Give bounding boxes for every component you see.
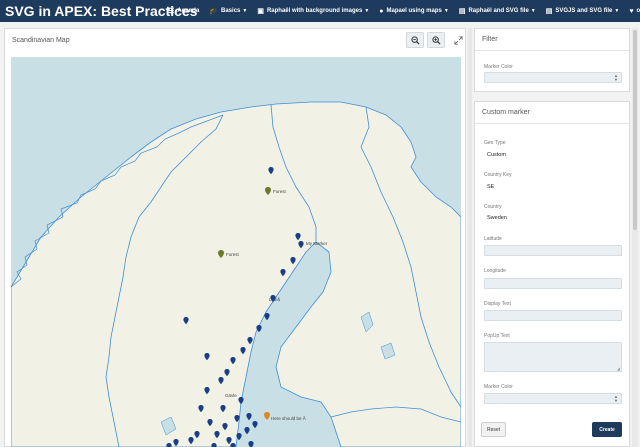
reset-button[interactable]: Reset [481,422,506,437]
nav-item-raphael-svg[interactable]: ▤ Raphaël and SVG file ▼ [459,7,536,15]
map-region-header: Scandinavian Map [5,29,465,55]
country-value: Sweden [487,215,507,221]
filter-marker-color-label: Marker Color [484,64,513,70]
panel-scrollbar-thumb[interactable] [633,30,637,230]
my-marker-label: My Marker [306,241,328,246]
marker-color-select[interactable]: ▲ ▼ [484,393,622,404]
map-marker-pin[interactable] [246,413,252,421]
longitude-input[interactable] [484,278,622,289]
filter-panel-title: Filter [475,29,629,51]
zoom-in-button[interactable] [427,32,445,48]
filter-panel: Filter Marker Color ▲ ▼ [474,28,630,92]
map-region: Scandinavian Map Forest Forest Here shou… [4,28,466,447]
caret-down-icon: ▼ [364,8,370,14]
expand-button[interactable] [452,34,464,46]
forest-marker-north[interactable]: Forest [265,187,287,195]
file-icon: ▤ [545,8,553,15]
popup-text-textarea[interactable]: ◢ [484,342,622,372]
map-marker-pin[interactable] [256,325,262,333]
popup-text-label: PopUp Text [484,333,510,339]
display-text-label: Display Text [484,301,511,307]
select-arrows-icon: ▲ ▼ [614,73,618,82]
marker-color-label: Marker Color [484,384,513,390]
list-icon: ☰ [168,8,175,15]
nav-item-label: Raphaël with background images [266,8,363,14]
longitude-label: Longitude [484,268,506,274]
nav-item-label: Agenda [177,8,200,14]
latitude-label: Latitude [484,236,502,242]
image-icon: ▣ [257,8,264,15]
nav-item-more[interactable]: ♥ o [629,8,640,15]
map-scrollbar[interactable] [468,28,472,447]
nav-item-svgjs[interactable]: ▤ SVGJS and SVG file ▼ [546,7,620,15]
country-key-value: SE [487,184,495,190]
map-marker-pin[interactable] [248,441,254,447]
country-key-label: Country Key [484,172,512,178]
select-arrows-icon: ▲ ▼ [614,394,618,403]
map-title: Scandinavian Map [12,37,70,44]
nav-item-agenda[interactable]: ☰ Agenda [168,7,199,15]
nav-item-label: o [636,8,640,14]
heart-icon: ♥ [629,7,634,15]
city-label-gavle: Gävle [225,393,237,398]
display-text-input[interactable] [484,310,622,321]
caret-down-icon: ▼ [614,8,620,14]
zoom-out-button[interactable] [406,32,424,48]
forest-label-north: Forest [273,189,287,194]
expand-icon [453,35,463,45]
scandinavian-map[interactable]: Forest Forest Here should be Å My Marker… [11,57,461,447]
app-title[interactable]: SVG in APEX: Best Practices [0,3,197,19]
country-label: Country [484,204,502,210]
nav-item-raphael-background[interactable]: ▣ Raphaël with background images ▼ [257,7,369,15]
nav-item-label: Mapael using maps [386,8,442,14]
nav-item-label: SVGJS and SVG file [555,8,613,14]
custom-marker-panel: Custom marker Geo Type Custom Country Ke… [474,101,630,447]
zoom-out-icon [410,35,420,45]
map-marker-pin[interactable] [244,427,250,435]
map-marker-pin[interactable] [252,421,258,429]
here-should-be-marker[interactable]: Here should be Å [264,412,306,421]
map-svg: Forest Forest Here should be Å My Marker… [11,101,461,447]
here-should-be-label: Here should be Å [271,415,306,421]
forest-marker-mid[interactable]: Forest [218,250,240,258]
custom-marker-panel-title: Custom marker [475,102,629,124]
create-button[interactable]: Create [592,422,622,437]
nav-item-label: Basics [221,8,241,14]
resize-grip-icon: ◢ [616,366,620,371]
geo-type-value: Custom [487,152,506,158]
caret-down-icon: ▼ [242,8,248,14]
caret-down-icon: ▼ [530,8,536,14]
nav-item-mapael[interactable]: ● Mapael using maps ▼ [379,8,449,15]
graduation-cap-icon: 🎓 [209,8,219,15]
filter-marker-color-select[interactable]: ▲ ▼ [484,72,622,83]
forest-label-mid: Forest [226,252,240,257]
geo-type-label: Geo Type [484,140,506,146]
top-navigation-bar: SVG in APEX: Best Practices ☰ Agenda 🎓 B… [0,0,640,22]
file-icon: ▤ [458,8,466,15]
map-marker-icon: ● [379,7,384,15]
nav-item-label: Raphaël and SVG file [468,8,529,14]
caret-down-icon: ▼ [443,8,449,14]
zoom-in-icon [431,35,441,45]
latitude-input[interactable] [484,245,622,256]
nav-item-basics[interactable]: 🎓 Basics ▼ [209,7,247,15]
map-marker-pin[interactable] [264,313,270,321]
